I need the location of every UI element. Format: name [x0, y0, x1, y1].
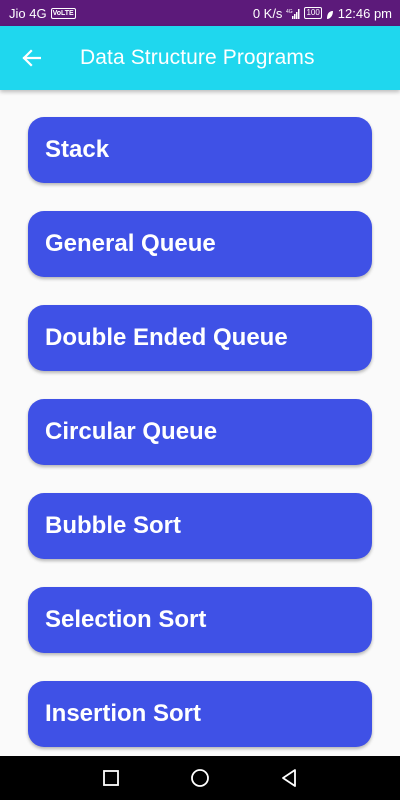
network-speed: 0 K/s	[252, 5, 283, 21]
screen: Jio 4G VoLTE 0 K/s 4G 100 12:46 pm Data …	[0, 0, 400, 800]
battery-icon: 100	[304, 7, 322, 19]
svg-text:4G: 4G	[286, 9, 293, 15]
selection-sort-button[interactable]: Selection Sort	[28, 587, 372, 653]
general-queue-button-label: General Queue	[45, 230, 216, 257]
stack-button[interactable]: Stack	[28, 117, 372, 183]
general-queue-button[interactable]: General Queue	[28, 211, 372, 277]
volte-badge: VoLTE	[50, 7, 76, 19]
back-button[interactable]	[19, 46, 43, 70]
page-title: Data Structure Programs	[80, 46, 315, 69]
insertion-sort-button[interactable]: Insertion Sort	[28, 681, 372, 747]
double-ended-queue-button-label: Double Ended Queue	[45, 324, 288, 351]
bubble-sort-button-label: Bubble Sort	[45, 512, 181, 539]
arrow-left-icon	[22, 49, 41, 67]
insertion-sort-button-label: Insertion Sort	[45, 700, 202, 727]
circle-icon	[191, 769, 209, 787]
status-left: Jio 4G VoLTE	[9, 6, 76, 21]
selection-sort-button-label: Selection Sort	[45, 606, 207, 633]
program-list: Stack General Queue Double Ended Queue C…	[0, 90, 400, 756]
status-bar: Jio 4G VoLTE 0 K/s 4G 100 12:46 pm	[0, 0, 400, 26]
carrier-label: Jio 4G	[9, 5, 47, 21]
app-bar: Data Structure Programs	[0, 26, 400, 90]
circular-queue-button-label: Circular Queue	[45, 418, 218, 445]
system-back-button[interactable]	[278, 767, 300, 789]
bubble-sort-button[interactable]: Bubble Sort	[28, 493, 372, 559]
leaf-icon	[326, 8, 334, 19]
system-nav-bar	[0, 756, 400, 800]
stack-button-label: Stack	[45, 136, 110, 163]
clock: 12:46 pm	[337, 5, 392, 21]
recents-button[interactable]	[100, 767, 122, 789]
home-button[interactable]	[189, 767, 211, 789]
double-ended-queue-button[interactable]: Double Ended Queue	[28, 305, 372, 371]
status-right: 0 K/s 4G 100 12:46 pm	[253, 6, 392, 21]
triangle-back-icon	[282, 769, 296, 787]
square-icon	[103, 770, 119, 786]
circular-queue-button[interactable]: Circular Queue	[28, 399, 372, 465]
signal-icon: 4G	[286, 8, 300, 19]
